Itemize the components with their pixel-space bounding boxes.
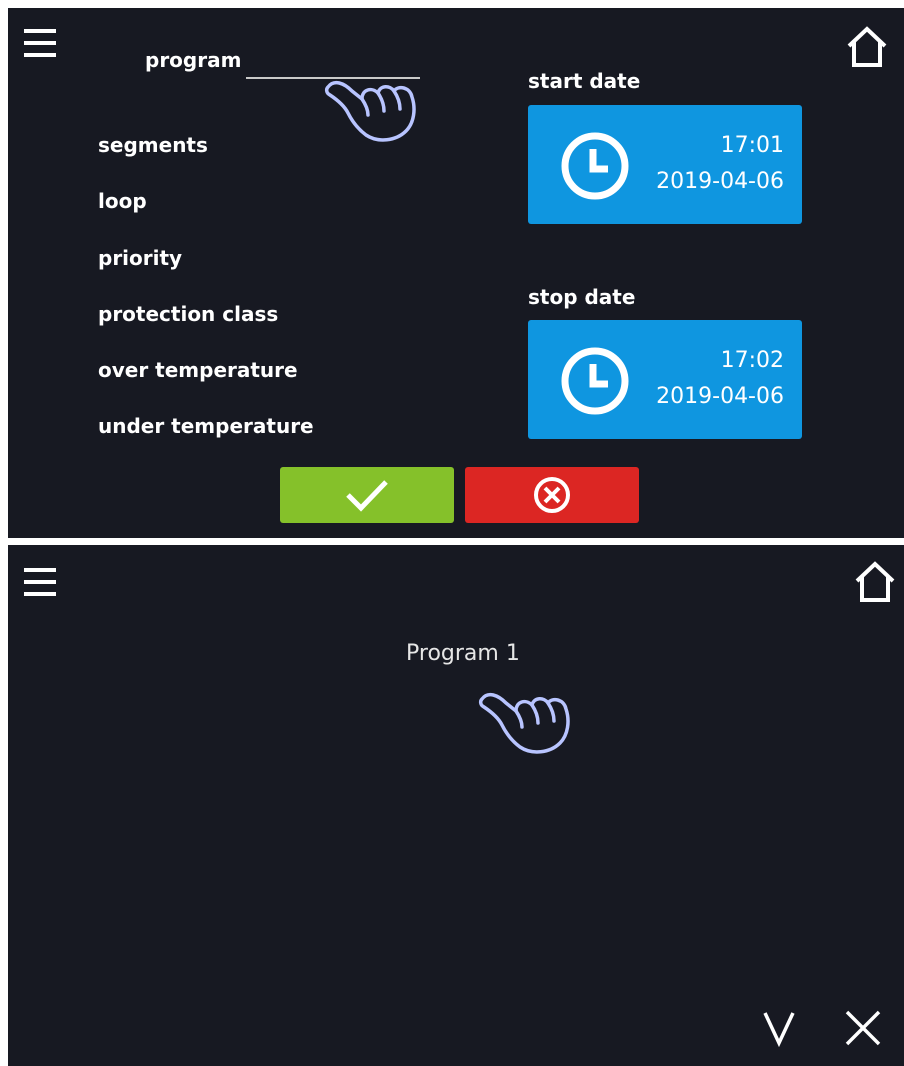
- checkmark-icon: [346, 480, 388, 512]
- hamburger-menu-icon[interactable]: [24, 26, 58, 60]
- start-date-button[interactable]: 17:01 2019-04-06: [528, 105, 802, 224]
- confirm-button[interactable]: [280, 467, 454, 523]
- program-list-item[interactable]: Program 1: [406, 641, 520, 666]
- start-time: 17:01: [720, 133, 784, 158]
- home-icon[interactable]: [852, 559, 898, 605]
- stop-time: 17:02: [720, 348, 784, 373]
- stop-date-button[interactable]: 17:02 2019-04-06: [528, 320, 802, 439]
- under-temperature-label: under temperature: [98, 414, 314, 438]
- tap-hand-icon: [324, 80, 416, 142]
- loop-label: loop: [98, 189, 147, 213]
- close-icon[interactable]: [844, 1009, 882, 1047]
- clock-icon: [561, 132, 629, 200]
- home-icon[interactable]: [844, 24, 890, 70]
- program-list-screen: Program 1: [8, 545, 904, 1066]
- segments-label: segments: [98, 133, 208, 157]
- hamburger-menu-icon[interactable]: [24, 565, 58, 599]
- clock-icon: [561, 347, 629, 415]
- stop-date-value: 2019-04-06: [656, 384, 784, 409]
- tap-hand-icon: [478, 692, 570, 754]
- chevron-down-icon[interactable]: [762, 1009, 796, 1047]
- cancel-circle-icon: [534, 477, 570, 513]
- start-date-label: start date: [528, 69, 641, 93]
- protection-class-label: protection class: [98, 302, 279, 326]
- program-label: program: [145, 48, 242, 72]
- stop-date-label: stop date: [528, 285, 636, 309]
- cancel-button[interactable]: [465, 467, 639, 523]
- over-temperature-label: over temperature: [98, 358, 298, 382]
- priority-label: priority: [98, 246, 183, 270]
- program-settings-screen: program segments loop priority protectio…: [8, 8, 904, 538]
- start-date-value: 2019-04-06: [656, 169, 784, 194]
